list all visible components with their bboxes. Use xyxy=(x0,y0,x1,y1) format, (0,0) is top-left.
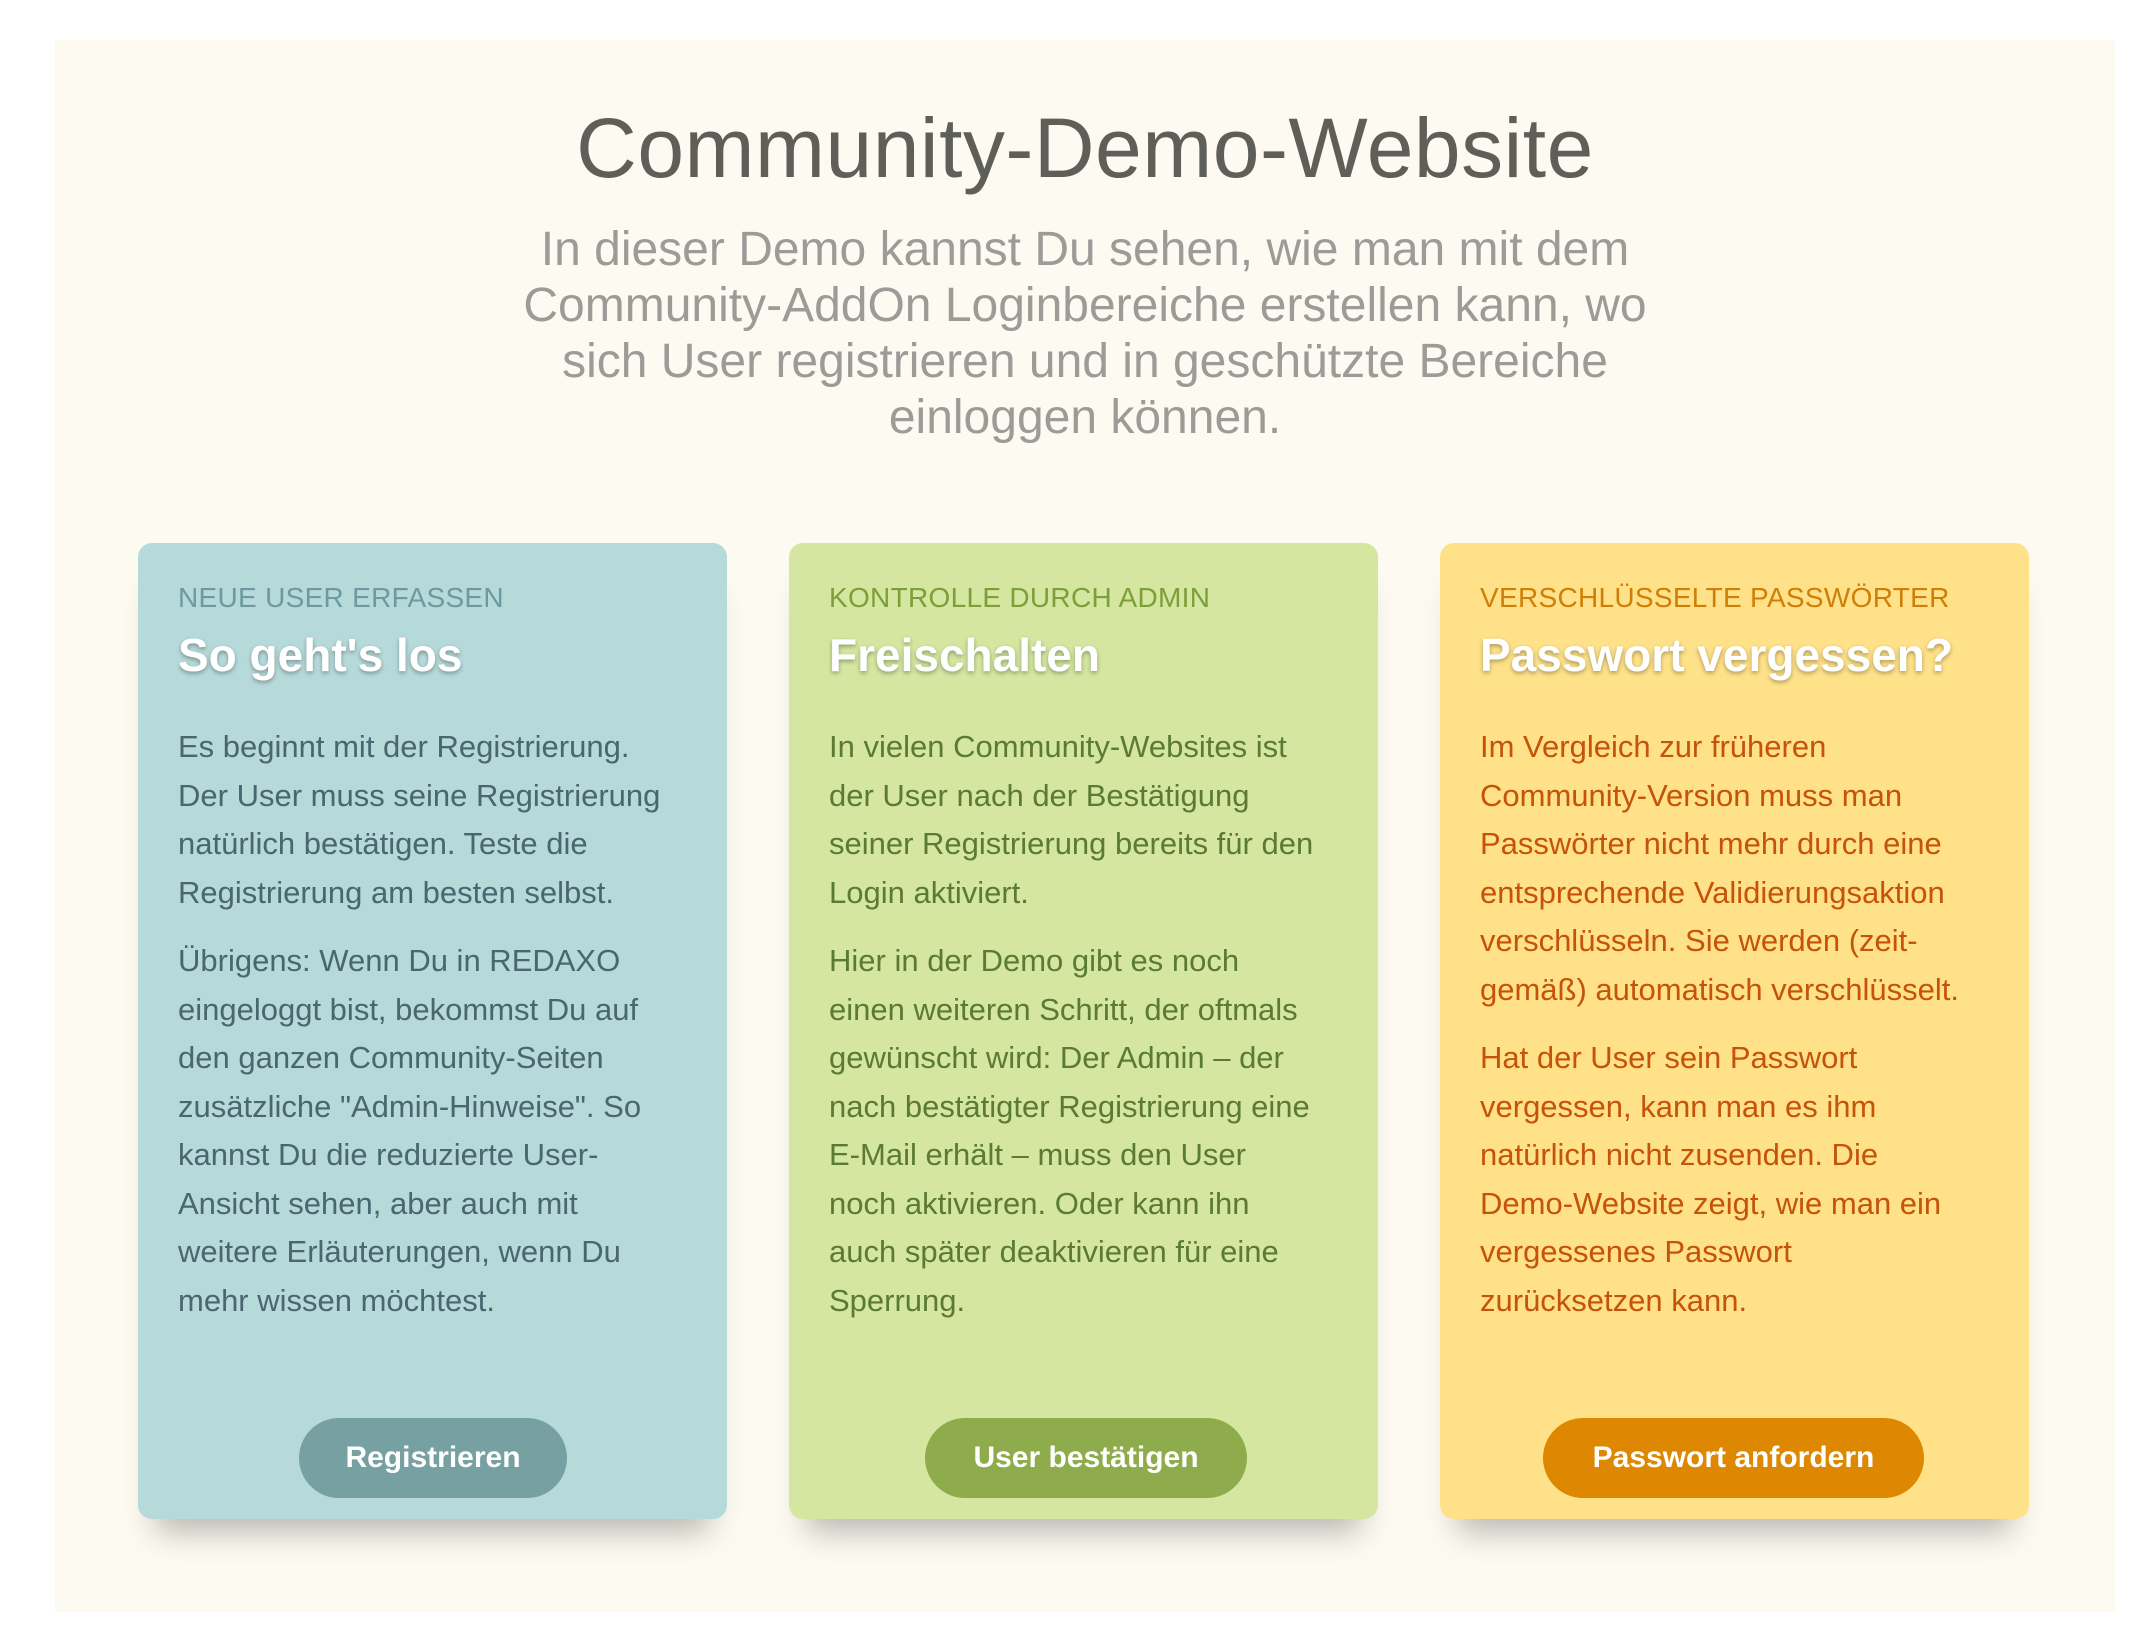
card-kicker: KONTROLLE DURCH ADMIN xyxy=(829,582,1211,613)
card-title: Passwort vergessen? xyxy=(1480,629,1954,681)
hero-lead-line: sich User registrieren und in geschützte… xyxy=(562,335,1608,389)
text-line: noch aktivieren. Oder kann ihn xyxy=(829,1185,1250,1221)
text-line: verschlüsseln. Sie werden (zeit- xyxy=(1480,923,1918,958)
card-paragraph: Es beginnt mit der Registrierung. Der Us… xyxy=(178,723,687,917)
text-line: Der User muss seine Registrierung xyxy=(178,777,661,813)
card-title: Freischalten xyxy=(829,629,1100,681)
text-line: seiner Registrierung bereits für den xyxy=(829,826,1314,861)
card-paragraph: Übrigens: Wenn Du in REDAXO eingeloggt b… xyxy=(178,937,687,1325)
text-line: Hat der User sein Passwort xyxy=(1480,1040,1858,1075)
card-kicker: NEUE USER ERFASSEN xyxy=(178,582,504,613)
card-paragraph: In vielen Community-Websites ist der Use… xyxy=(829,723,1338,917)
text-line: Hier in der Demo gibt es noch xyxy=(829,943,1240,978)
text-line: gewünscht wird: Der Admin – der xyxy=(829,1040,1284,1075)
text-line: zusätzliche "Admin-Hinweise". So xyxy=(178,1088,642,1124)
feature-cards: NEUE USER ERFASSEN So geht's los Es begi… xyxy=(138,543,2029,1519)
card-body: Im Vergleich zur früheren Community-Vers… xyxy=(1480,723,1989,1325)
text-line: kannst Du die reduzierte User- xyxy=(178,1137,599,1172)
text-line: In vielen Community-Websites ist xyxy=(829,729,1287,764)
text-line: zurücksetzen kann. xyxy=(1480,1282,1748,1318)
text-line: mehr wissen möchtest. xyxy=(178,1282,495,1318)
text-line: Demo-Website zeigt, wie man ein xyxy=(1480,1185,1942,1221)
text-line: den ganzen Community-Seiten xyxy=(178,1040,604,1075)
card-activation: KONTROLLE DURCH ADMIN Freischalten In vi… xyxy=(789,543,1378,1519)
text-line: Ansicht sehen, aber auch mit xyxy=(178,1185,578,1221)
text-line: natürlich bestätigen. Teste die xyxy=(178,826,588,861)
page-title: Community-Demo-Website xyxy=(576,101,1594,195)
text-line: nach bestätigter Registrierung eine xyxy=(829,1088,1310,1124)
text-line: Registrierung am besten selbst. xyxy=(178,874,614,910)
request-password-button[interactable]: Passwort anfordern xyxy=(1543,1418,1924,1498)
card-paragraph: Hier in der Demo gibt es noch einen weit… xyxy=(829,937,1338,1325)
text-line: Passwörter nicht mehr durch eine xyxy=(1480,826,1942,861)
card-body: In vielen Community-Websites ist der Use… xyxy=(829,723,1338,1325)
text-line: Es beginnt mit der Registrierung. xyxy=(178,729,630,764)
card-title: So geht's los xyxy=(178,629,463,681)
text-line: der User nach der Bestätigung xyxy=(829,777,1250,813)
text-line: Übrigens: Wenn Du in REDAXO xyxy=(178,943,621,978)
text-line: eingeloggt bist, bekommst Du auf xyxy=(178,991,639,1027)
text-line: Im Vergleich zur früheren xyxy=(1480,729,1827,764)
text-line: einen weiteren Schritt, der oftmals xyxy=(829,991,1298,1027)
text-line: entsprechende Validierungsaktion xyxy=(1480,874,1945,910)
card-paragraph: Im Vergleich zur früheren Community-Vers… xyxy=(1480,723,1989,1014)
text-line: vergessenes Passwort xyxy=(1480,1234,1792,1269)
text-line: natürlich nicht zusenden. Die xyxy=(1480,1137,1879,1172)
hero-lead-line: In dieser Demo kannst Du sehen, wie man … xyxy=(540,223,1630,277)
text-line: Sperrung. xyxy=(829,1282,966,1318)
confirm-user-button[interactable]: User bestätigen xyxy=(925,1418,1247,1498)
text-line: weitere Erläuterungen, wenn Du xyxy=(178,1234,621,1269)
card-registration: NEUE USER ERFASSEN So geht's los Es begi… xyxy=(138,543,727,1519)
text-line: gemäß) automatisch verschlüsselt. xyxy=(1480,971,1959,1007)
text-line: auch später deaktivieren für eine xyxy=(829,1234,1279,1269)
card-kicker: VERSCHLÜSSELTE PASSWÖRTER xyxy=(1480,582,1950,613)
card-password: VERSCHLÜSSELTE PASSWÖRTER Passwort verge… xyxy=(1440,543,2029,1519)
card-body: Es beginnt mit der Registrierung. Der Us… xyxy=(178,723,687,1325)
hero-lead: In dieser Demo kannst Du sehen, wie man … xyxy=(485,222,1685,446)
text-line: vergessen, kann man es ihm xyxy=(1480,1088,1877,1124)
hero-section: Community-Demo-Website In dieser Demo ka… xyxy=(55,40,2115,446)
text-line: Login aktiviert. xyxy=(829,874,1029,910)
hero-lead-line: einloggen können. xyxy=(888,391,1282,445)
text-line: E-Mail erhält – muss den User xyxy=(829,1137,1246,1172)
text-line: Community-Version muss man xyxy=(1480,777,1903,813)
register-button[interactable]: Registrieren xyxy=(299,1418,567,1498)
hero-lead-line: Community-AddOn Loginbereiche erstellen … xyxy=(523,279,1647,333)
card-paragraph: Hat der User sein Passwort vergessen, ka… xyxy=(1480,1034,1989,1325)
page-container: Community-Demo-Website In dieser Demo ka… xyxy=(55,40,2115,1612)
